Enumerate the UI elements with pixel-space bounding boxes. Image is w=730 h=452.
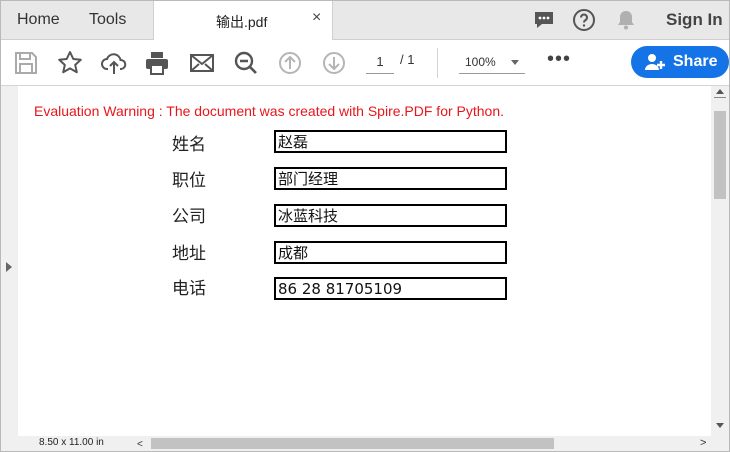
add-user-icon xyxy=(645,54,665,70)
share-button[interactable]: Share xyxy=(631,46,729,78)
page-size-label: 8.50 x 11.00 in xyxy=(39,437,104,448)
form-field[interactable]: 成都 xyxy=(274,241,507,264)
scroll-right-icon[interactable]: > xyxy=(700,437,706,449)
form-field[interactable]: 86 28 81705109 xyxy=(274,277,507,300)
chevron-down-icon xyxy=(511,60,519,65)
zoom-value: 100% xyxy=(465,55,496,69)
close-tab-button[interactable]: × xyxy=(312,9,321,27)
print-icon[interactable] xyxy=(144,50,170,76)
star-icon[interactable] xyxy=(57,50,83,76)
form-field[interactable]: 赵磊 xyxy=(274,130,507,153)
scroll-divider xyxy=(714,97,726,98)
toolbar: 1 / 1 100% ••• Share xyxy=(1,40,729,86)
bell-icon[interactable] xyxy=(614,8,638,32)
field-label: 公司 xyxy=(172,207,206,227)
document-tab-title: 输出.pdf xyxy=(216,14,268,30)
help-icon[interactable] xyxy=(572,8,596,32)
toolbar-divider xyxy=(437,48,438,78)
save-icon[interactable] xyxy=(13,50,39,76)
page-total: / 1 xyxy=(400,52,415,67)
email-icon[interactable] xyxy=(189,50,215,76)
vertical-scroll-thumb[interactable] xyxy=(714,111,726,199)
page-number-input[interactable]: 1 xyxy=(366,51,394,74)
tab-tools[interactable]: Tools xyxy=(89,11,126,29)
expand-panel-icon xyxy=(6,262,12,272)
page-down-icon[interactable] xyxy=(321,50,347,76)
evaluation-warning: Evaluation Warning : The document was cr… xyxy=(34,103,505,119)
page-up-icon[interactable] xyxy=(277,50,303,76)
left-panel-toggle[interactable] xyxy=(1,86,18,436)
more-tools-button[interactable]: ••• xyxy=(547,48,571,71)
document-page: Evaluation Warning : The document was cr… xyxy=(18,86,711,436)
field-label: 电话 xyxy=(172,279,206,299)
zoom-search-icon[interactable] xyxy=(233,50,259,76)
tab-document[interactable]: 输出.pdf × xyxy=(153,1,333,40)
scroll-down-icon[interactable] xyxy=(716,423,724,428)
scroll-left-icon[interactable]: < xyxy=(137,439,143,450)
sign-in-link[interactable]: Sign In xyxy=(666,10,723,30)
status-bar: 8.50 x 11.00 in < > xyxy=(1,436,729,451)
tab-bar: Home Tools 输出.pdf × Sign In xyxy=(1,1,729,40)
horizontal-scroll-thumb[interactable] xyxy=(151,438,554,449)
upload-icon[interactable] xyxy=(101,50,127,76)
field-label: 地址 xyxy=(172,244,206,264)
field-label: 职位 xyxy=(172,171,206,191)
vertical-scrollbar[interactable] xyxy=(711,86,729,436)
tab-home[interactable]: Home xyxy=(17,11,60,29)
share-label: Share xyxy=(673,53,718,70)
form-field[interactable]: 冰蓝科技 xyxy=(274,204,507,227)
zoom-select[interactable]: 100% xyxy=(459,51,525,74)
form-field[interactable]: 部门经理 xyxy=(274,167,507,190)
scroll-up-icon[interactable] xyxy=(716,89,724,94)
field-label: 姓名 xyxy=(172,135,206,155)
comment-icon[interactable] xyxy=(532,8,556,32)
